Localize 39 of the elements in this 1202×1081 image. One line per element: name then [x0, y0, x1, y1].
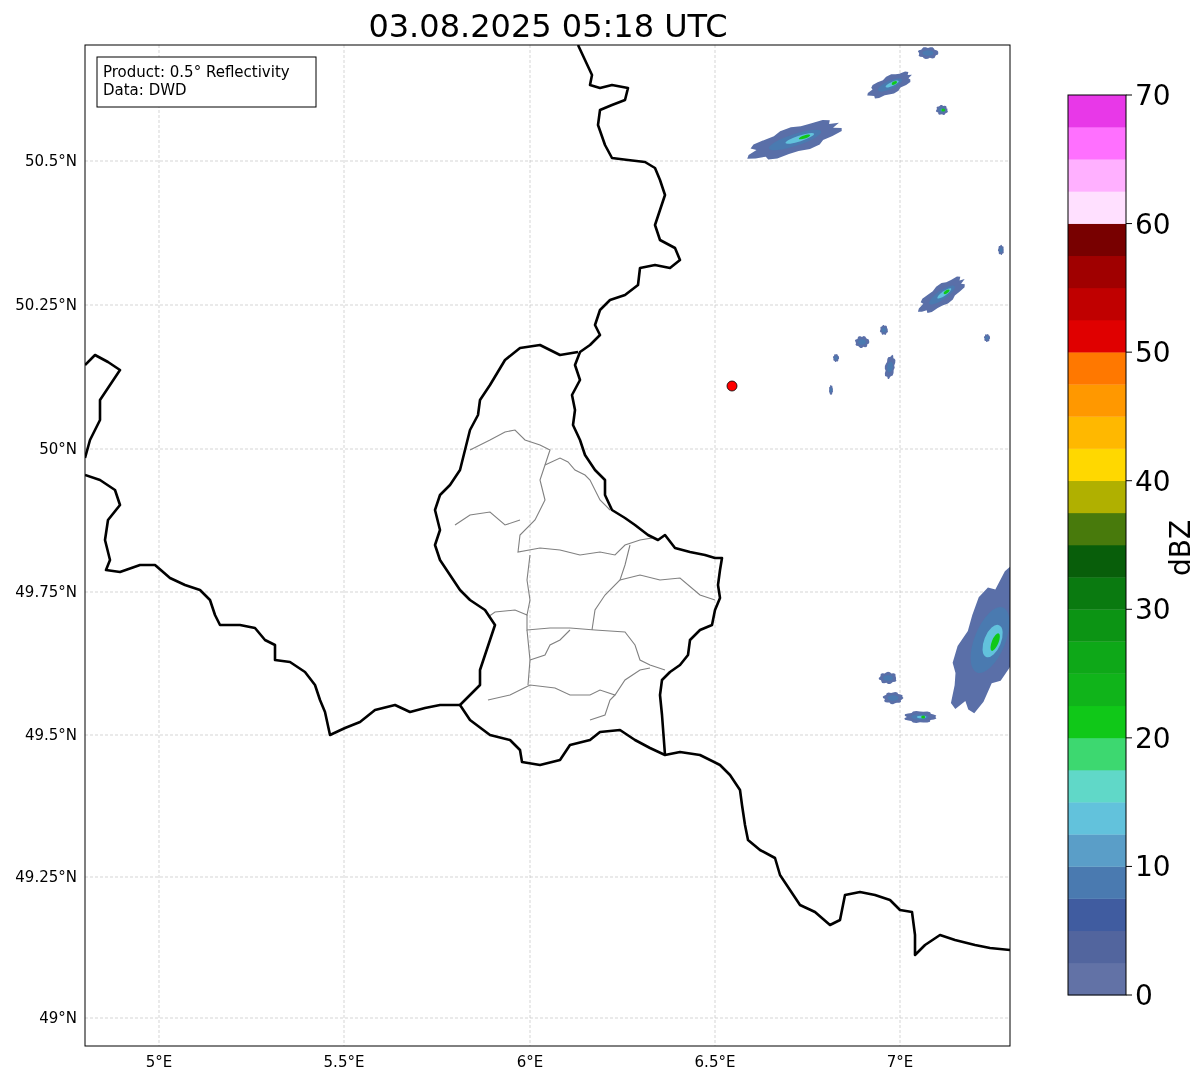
longitude-label: 5.5°E: [323, 1053, 365, 1071]
radar-echo: [884, 354, 896, 380]
colorbar-label: dBZ: [1164, 519, 1197, 577]
radar-echo: [917, 276, 965, 313]
latitude-label: 49°N: [39, 1009, 77, 1027]
colorbar-tick-label: 70: [1135, 79, 1171, 112]
info-text: Product: 0.5° Reflectivity: [103, 63, 290, 81]
longitude-label: 7°E: [886, 1053, 914, 1071]
radar-echo: [879, 324, 888, 335]
longitude-label: 6°E: [516, 1053, 544, 1071]
latitude-label: 50.25°N: [15, 296, 77, 314]
radar-echo: [882, 691, 904, 705]
radar-echo: [983, 334, 991, 343]
radar-echo: [904, 710, 937, 723]
colorbar-tick-label: 40: [1135, 464, 1171, 498]
latitude-label: 50°N: [39, 440, 77, 458]
colorbar-tick-label: 60: [1135, 207, 1171, 241]
colorbar-tick-label: 20: [1135, 721, 1171, 755]
latitude-label: 49.25°N: [15, 868, 77, 886]
radar-echo: [935, 104, 948, 115]
latitude-label: 50.5°N: [24, 152, 77, 170]
colorbar-tick-label: 30: [1135, 593, 1171, 627]
colorbar-tick-label: 0: [1135, 979, 1153, 1012]
colorbar-tick-label: 10: [1135, 850, 1171, 884]
longitude-label: 6.5°E: [694, 1053, 736, 1071]
radar-site-marker: [726, 380, 738, 392]
info-text: Data: DWD: [103, 81, 187, 99]
radar-echo: [832, 354, 840, 363]
radar-echo: [829, 384, 833, 395]
colorbar-tick-label: 50: [1135, 336, 1171, 370]
map-title: 03.08.2025 05:18 UTC: [368, 7, 728, 45]
radar-echo: [917, 47, 939, 60]
longitude-label: 5°E: [145, 1053, 173, 1071]
latitude-label: 49.75°N: [15, 583, 77, 601]
radar-echo: [854, 336, 870, 349]
radar-echo: [878, 671, 897, 685]
radar-echo: [997, 244, 1004, 256]
radar-echo: [867, 71, 912, 99]
latitude-label: 49.5°N: [24, 726, 77, 744]
